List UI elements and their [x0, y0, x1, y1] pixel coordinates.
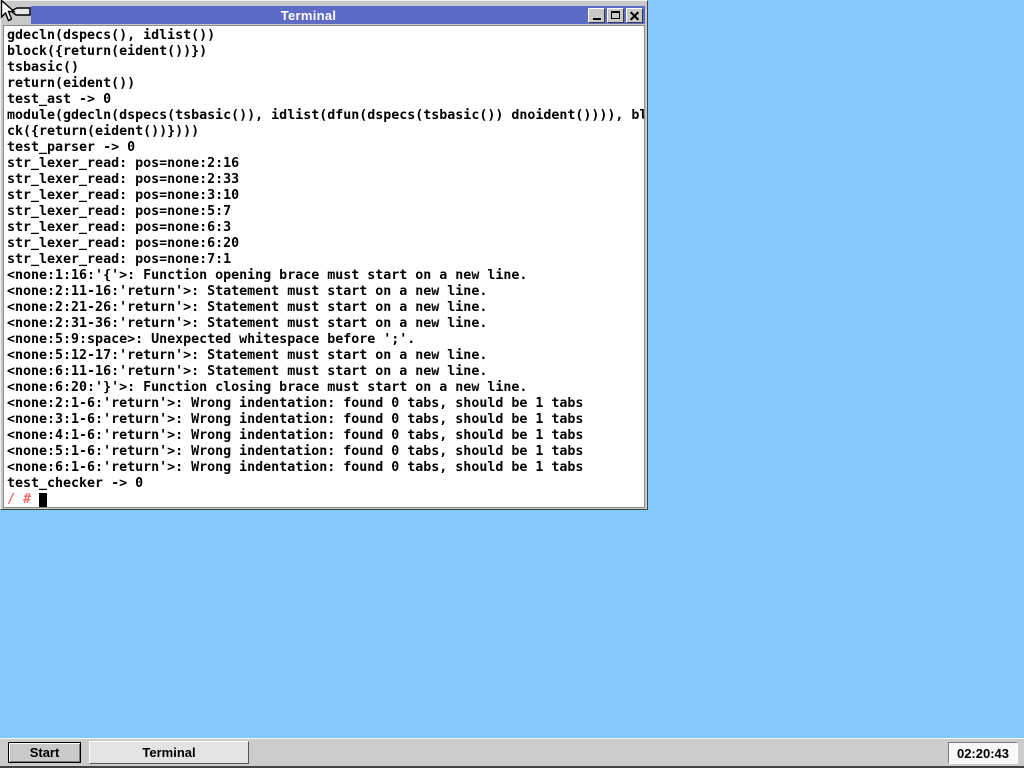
taskbar-task-terminal[interactable]: Terminal — [89, 741, 249, 764]
minimize-button[interactable] — [588, 8, 605, 23]
terminal-content[interactable]: gdecln(dspecs(), idlist()) block({return… — [3, 25, 645, 508]
terminal-output: gdecln(dspecs(), idlist()) block({return… — [7, 28, 644, 492]
terminal-window: Terminal gdecln(dspecs(), idlist()) bloc… — [0, 0, 648, 510]
window-controls — [586, 6, 645, 24]
window-title: Terminal — [281, 8, 337, 23]
window-menu-button[interactable] — [3, 6, 31, 24]
titlebar[interactable]: Terminal — [3, 6, 645, 24]
minimize-icon — [593, 18, 601, 20]
prompt-row: / # — [7, 492, 644, 508]
close-button[interactable] — [626, 8, 643, 23]
taskbar-clock: 02:20:43 — [948, 742, 1018, 764]
maximize-icon — [611, 11, 620, 19]
terminal-cursor — [39, 493, 47, 507]
shell-prompt: / # — [7, 492, 31, 507]
start-button[interactable]: Start — [8, 742, 81, 763]
taskbar: Start Terminal 02:20:43 — [0, 738, 1024, 768]
close-icon — [630, 11, 639, 20]
maximize-button[interactable] — [607, 8, 624, 23]
titlebar-drag-area[interactable]: Terminal — [31, 6, 586, 24]
